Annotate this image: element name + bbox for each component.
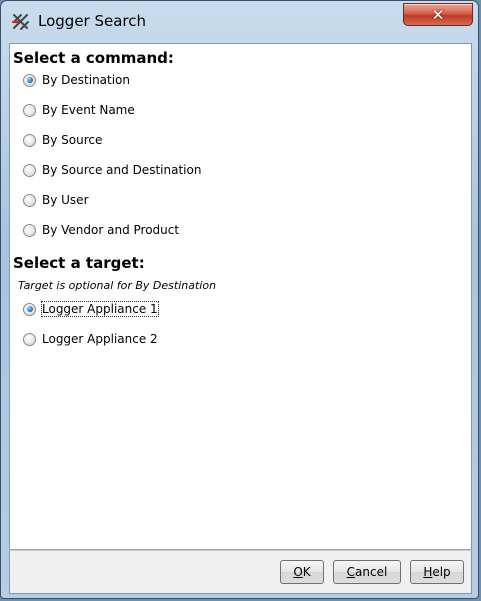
radio-label: By Source: [42, 133, 103, 147]
target-note: Target is optional for By Destination: [18, 279, 217, 292]
cancel-label-rest: ancel: [355, 565, 388, 579]
radio-circle[interactable]: [23, 332, 36, 346]
command-heading: Select a command:: [13, 49, 174, 67]
radio-label: By Vendor and Product: [42, 223, 180, 237]
radio-circle-checked[interactable]: [23, 73, 36, 87]
logger-app-icon: [11, 14, 29, 30]
dialog-content: Select a command: By Destination By Even…: [9, 43, 472, 550]
radio-circle[interactable]: [23, 133, 36, 147]
radio-logger-appliance-2[interactable]: Logger Appliance 2: [23, 329, 158, 349]
title-bar[interactable]: Logger Search ✕: [1, 1, 478, 41]
help-label-rest: elp: [432, 565, 451, 579]
ok-button[interactable]: OK: [280, 560, 324, 584]
ok-mnemonic: O: [293, 565, 303, 579]
radio-circle[interactable]: [23, 163, 36, 177]
radio-by-source-and-destination[interactable]: By Source and Destination: [23, 160, 201, 180]
radio-by-event-name[interactable]: By Event Name: [23, 100, 135, 120]
radio-by-user[interactable]: By User: [23, 190, 89, 210]
cancel-mnemonic: C: [346, 565, 356, 579]
logger-search-dialog: Logger Search ✕ Select a command: By Des…: [0, 0, 479, 599]
cancel-button[interactable]: Cancel: [333, 560, 401, 584]
radio-label: By Destination: [42, 73, 131, 87]
radio-circle[interactable]: [23, 103, 36, 117]
radio-circle[interactable]: [23, 193, 36, 207]
radio-label: Logger Appliance 1: [41, 301, 159, 317]
radio-by-vendor-and-product[interactable]: By Vendor and Product: [23, 220, 179, 240]
close-icon: ✕: [431, 5, 445, 24]
radio-label: By User: [42, 193, 89, 207]
radio-label: Logger Appliance 2: [42, 332, 158, 346]
radio-by-destination[interactable]: By Destination: [23, 70, 130, 90]
target-heading: Select a target:: [13, 254, 145, 272]
radio-circle-checked[interactable]: [23, 302, 36, 316]
close-button[interactable]: ✕: [403, 3, 473, 26]
radio-label: By Event Name: [42, 103, 135, 117]
radio-by-source[interactable]: By Source: [23, 130, 102, 150]
radio-logger-appliance-1[interactable]: Logger Appliance 1: [23, 299, 159, 319]
window-title: Logger Search: [38, 12, 147, 30]
ok-label-rest: K: [302, 565, 311, 579]
radio-circle[interactable]: [23, 223, 36, 237]
button-bar: OK Cancel Help: [9, 550, 472, 594]
help-button[interactable]: Help: [410, 560, 464, 584]
help-mnemonic: H: [423, 565, 433, 579]
radio-label: By Source and Destination: [42, 163, 202, 177]
